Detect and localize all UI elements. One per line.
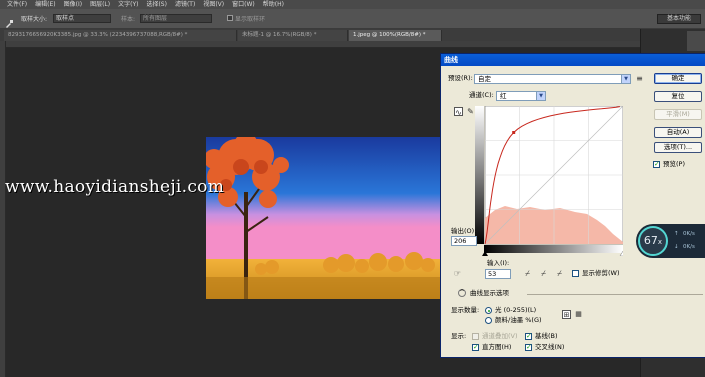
intersection-checkbox[interactable]	[525, 343, 532, 351]
show-ring-label: 显示取样环	[235, 16, 266, 23]
menu-layer[interactable]: 图层(L)	[90, 0, 110, 9]
baseline-checkbox[interactable]	[525, 332, 532, 340]
chevron-down-icon: ▼	[536, 92, 545, 100]
gauge-percent: 67	[643, 234, 658, 247]
show-clipping-label: 显示修剪(W)	[582, 269, 620, 277]
auto-button[interactable]: 自动(A)	[654, 127, 702, 138]
gauge-unit: x	[657, 238, 663, 246]
curves-dialog: 曲线 预设(R): 自定 ▼ ≡ 通道(C): 红 ▼ ∿ ✎ 输出(O): 2…	[440, 53, 705, 358]
show-ring-checkbox[interactable]	[227, 15, 233, 21]
preset-options-icon[interactable]: ≡	[635, 74, 644, 83]
menu-view[interactable]: 视图(V)	[203, 0, 224, 9]
output-label: 输出(O):	[451, 227, 477, 235]
download-speed: 0K/s	[683, 244, 695, 250]
workspace-button[interactable]: 基本功能	[657, 14, 701, 24]
histogram-checkbox[interactable]	[472, 343, 479, 351]
gauge-ring: 67x	[638, 226, 668, 256]
channel-select[interactable]: 红 ▼	[496, 91, 546, 101]
curves-graph[interactable]	[475, 106, 623, 256]
curve-point-tool-icon[interactable]: ∿	[454, 107, 463, 117]
chevron-down-icon: ▼	[621, 75, 630, 83]
reset-button[interactable]: 复位	[654, 91, 702, 102]
grid-10x10-icon[interactable]: ▦	[574, 310, 583, 319]
black-eyedropper-icon[interactable]: ⌿	[523, 269, 532, 278]
input-field[interactable]: 53	[485, 269, 511, 279]
dialog-title: 曲线	[441, 54, 705, 66]
vertical-ruler	[0, 41, 6, 377]
menu-window[interactable]: 窗口(W)	[232, 0, 255, 9]
preset-label: 预设(R):	[448, 74, 473, 82]
speed-gauge-widget[interactable]: 67x ↑ 0K/s ↓ 0K/s	[636, 224, 705, 258]
input-label: 输入(I):	[487, 259, 510, 267]
smooth-button[interactable]: 平滑(M)	[654, 109, 702, 120]
options-button[interactable]: 选项(T)...	[654, 142, 702, 153]
baseline-label: 基线(B)	[535, 332, 558, 340]
white-eyedropper-icon[interactable]: ⌿	[555, 269, 564, 278]
watermark-text: www.haoyidiansheji.com	[5, 177, 225, 197]
gray-eyedropper-icon[interactable]: ⌿	[539, 269, 548, 278]
horizontal-ruler	[6, 41, 640, 48]
curve-control-point[interactable]	[512, 131, 516, 134]
panel-tab[interactable]	[687, 31, 705, 51]
tab-document-1[interactable]: 8293176656920K3385.jpg @ 33.3% (22343967…	[4, 30, 237, 41]
menu-image[interactable]: 图像(I)	[64, 0, 82, 9]
output-field[interactable]: 206	[451, 236, 477, 246]
channel-label: 通道(C):	[469, 91, 494, 99]
document-tabs: 8293176656920K3385.jpg @ 33.3% (22343967…	[0, 29, 705, 41]
menu-file[interactable]: 文件(F)	[7, 0, 27, 9]
intersection-label: 交叉线(N)	[535, 343, 565, 351]
pigment-label: 颜料/油墨 %(G)	[495, 316, 542, 324]
grid-4x4-icon[interactable]: ⊞	[562, 310, 571, 319]
menu-select[interactable]: 选择(S)	[146, 0, 167, 9]
channel-value: 红	[500, 92, 507, 100]
menu-bar: 文件(F) 编辑(E) 图像(I) 图层(L) 文字(Y) 选择(S) 滤镜(T…	[0, 0, 705, 9]
upload-speed: 0K/s	[683, 231, 695, 237]
section-divider	[527, 294, 703, 295]
options-bar: 取样大小: 取样点 样本: 所有图层 显示取样环 基本功能	[0, 9, 705, 29]
tab-document-3[interactable]: 1.jpeg @ 100%(RGB/8#) *	[349, 30, 442, 41]
preview-label: 预览(P)	[663, 160, 685, 168]
preset-value: 自定	[478, 75, 491, 83]
ok-button[interactable]: 确定	[654, 73, 702, 84]
sample-size-label: 取样大小:	[21, 16, 48, 23]
menu-help[interactable]: 帮助(H)	[263, 0, 284, 9]
eyedropper-tool-icon[interactable]	[4, 14, 14, 28]
menu-type[interactable]: 文字(Y)	[118, 0, 138, 9]
histogram-label: 直方图(H)	[482, 343, 512, 351]
expand-toggle-icon[interactable]: ^	[458, 289, 466, 297]
light-radio[interactable]	[485, 307, 492, 314]
menu-edit[interactable]: 编辑(E)	[35, 0, 55, 9]
photoshop-window: 文件(F) 编辑(E) 图像(I) 图层(L) 文字(Y) 选择(S) 滤镜(T…	[0, 0, 705, 377]
light-label: 光 (0-255)(L)	[495, 306, 537, 314]
sample-select[interactable]: 所有图层	[140, 14, 212, 23]
menu-filter[interactable]: 滤镜(T)	[175, 0, 195, 9]
preview-checkbox[interactable]	[653, 160, 660, 168]
display-options-label: 曲线显示选项	[470, 289, 509, 297]
pencil-tool-icon[interactable]: ✎	[466, 107, 475, 116]
channel-overlay-label: 通道叠加(V)	[482, 332, 518, 340]
sample-label: 样本:	[121, 16, 136, 23]
preset-select[interactable]: 自定 ▼	[474, 74, 631, 84]
pigment-radio[interactable]	[485, 317, 492, 324]
target-adjust-icon[interactable]: ☞	[453, 269, 462, 278]
sample-size-select[interactable]: 取样点	[53, 14, 111, 23]
canvas-image	[206, 137, 440, 299]
tab-document-2[interactable]: 未标题-1 @ 16.7%(RGB/8) *	[238, 30, 348, 41]
show-amount-label: 显示数量:	[451, 306, 480, 314]
upload-arrow-icon: ↑	[674, 231, 679, 237]
download-arrow-icon: ↓	[674, 244, 679, 250]
show-label: 显示:	[451, 332, 467, 340]
channel-overlay-checkbox[interactable]	[472, 333, 479, 340]
show-clipping-checkbox[interactable]	[572, 270, 579, 277]
